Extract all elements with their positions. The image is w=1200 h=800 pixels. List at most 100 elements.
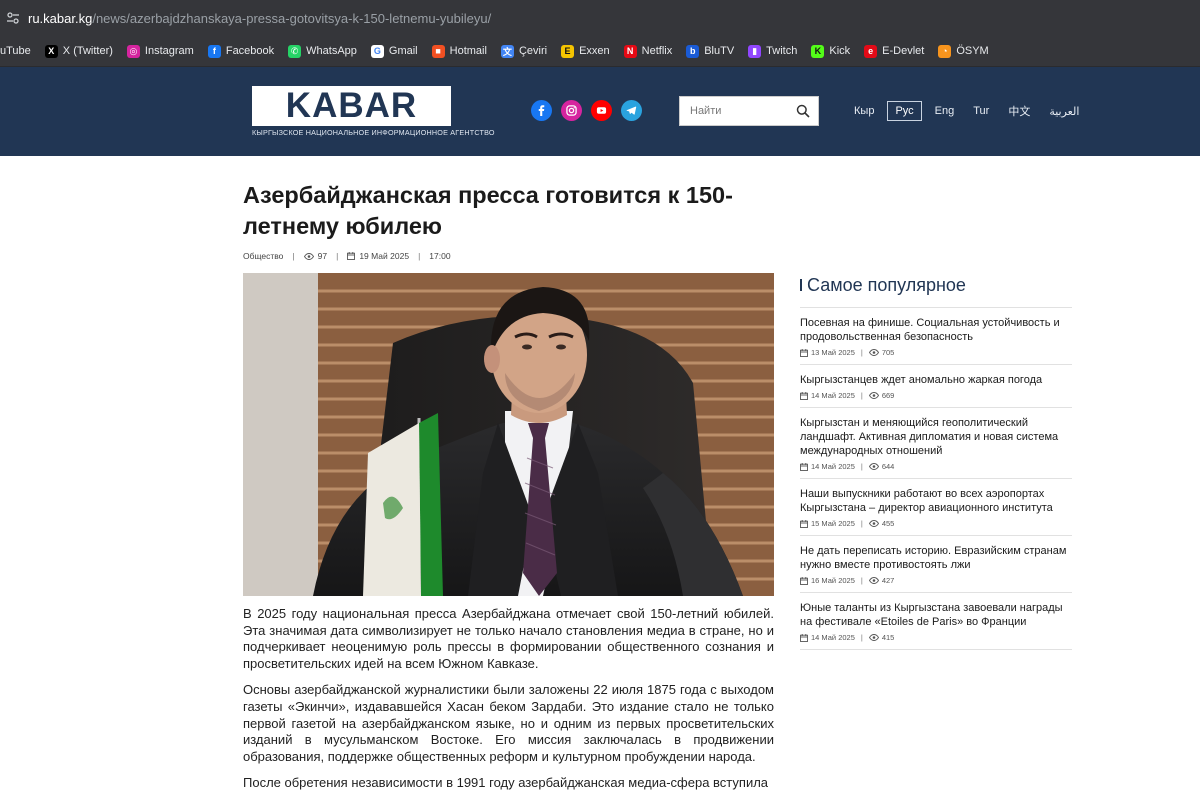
search-box bbox=[679, 96, 819, 126]
popular-item-title[interactable]: Наши выпускники работают во всех аэропор… bbox=[800, 487, 1072, 515]
popular-item-date: 14 Май 2025 bbox=[811, 462, 855, 471]
bookmarks-bar: ▶uTube X X (Twitter) ◎ Instagram f Facebook ✆ Wh… bbox=[0, 36, 1200, 67]
telegram-icon[interactable] bbox=[621, 100, 642, 121]
calendar-icon bbox=[800, 576, 808, 585]
article-category[interactable]: Общество bbox=[243, 251, 283, 261]
popular-item-meta: 16 Май 2025 | 427 bbox=[800, 576, 1072, 585]
search-input[interactable] bbox=[680, 97, 790, 125]
eye-icon bbox=[868, 634, 879, 641]
meta-separator: | bbox=[860, 391, 863, 400]
meta-separator: | bbox=[418, 251, 421, 261]
netflix-icon: N bbox=[623, 44, 637, 58]
url-path: /news/azerbajdzhanskaya-pressa-gotovitsy… bbox=[92, 10, 492, 26]
calendar-icon bbox=[800, 519, 808, 528]
language-option[interactable]: Кыр bbox=[848, 102, 880, 120]
heading-accent-bar bbox=[800, 279, 802, 291]
url-text[interactable]: ru.kabar.kg/news/azerbajdzhanskaya-press… bbox=[28, 11, 491, 26]
bookmark-item[interactable]: b BluTV bbox=[679, 39, 741, 63]
logo-subtitle: Кыргызское национальное информационное а… bbox=[252, 128, 495, 137]
bookmark-item[interactable]: K Kick bbox=[804, 39, 857, 63]
popular-sidebar: Самое популярное Посевная на финише. Соц… bbox=[800, 272, 1072, 650]
language-option[interactable]: العربية bbox=[1043, 102, 1085, 121]
site-info-icon[interactable] bbox=[4, 9, 22, 27]
popular-item-title[interactable]: Кыргызстанцев ждет аномально жаркая пого… bbox=[800, 373, 1072, 387]
eye-icon bbox=[868, 577, 879, 584]
popular-item-views: 415 bbox=[881, 633, 895, 642]
bookmark-label: E-Devlet bbox=[882, 45, 925, 57]
calendar-icon bbox=[800, 633, 808, 642]
bookmark-item[interactable]: ■ Hotmail bbox=[425, 39, 494, 63]
popular-item[interactable]: Посевная на финише. Социальная устойчиво… bbox=[800, 308, 1072, 365]
eye-icon bbox=[868, 392, 879, 399]
eye-icon bbox=[868, 520, 879, 527]
youtube-icon[interactable] bbox=[591, 100, 612, 121]
popular-item[interactable]: Не дать переписать историю. Евразийским … bbox=[800, 536, 1072, 593]
bookmark-label: BluTV bbox=[704, 45, 735, 57]
popular-item[interactable]: Кыргызстанцев ждет аномально жаркая пого… bbox=[800, 365, 1072, 408]
calendar-icon bbox=[800, 348, 808, 357]
logo-text: KABAR bbox=[285, 86, 418, 125]
bookmark-label: ÖSYM bbox=[956, 45, 989, 57]
language-option[interactable]: Tur bbox=[967, 102, 995, 120]
exxen-icon: E bbox=[561, 44, 575, 58]
social-links bbox=[531, 100, 642, 121]
popular-item-date: 14 Май 2025 bbox=[811, 391, 855, 400]
bookmark-item[interactable]: f Facebook bbox=[201, 39, 281, 63]
date-group: 14 Май 2025 bbox=[800, 462, 855, 471]
sidebar-heading: Самое популярное bbox=[800, 272, 1072, 298]
facebook-icon[interactable] bbox=[531, 100, 552, 121]
bookmark-item[interactable]: ✆ WhatsApp bbox=[281, 39, 364, 63]
bookmark-item[interactable]: G Gmail bbox=[364, 39, 425, 63]
bookmark-label: X (Twitter) bbox=[62, 45, 113, 57]
article-title: Азербайджанская пресса готовится к 150-л… bbox=[243, 182, 733, 239]
popular-item-date: 16 Май 2025 bbox=[811, 576, 855, 585]
article-paragraph: После обретения независимости в 1991 год… bbox=[243, 775, 769, 791]
calendar-icon bbox=[800, 391, 808, 400]
popular-item-title[interactable]: Не дать переписать историю. Евразийским … bbox=[800, 544, 1072, 572]
date-group: 14 Май 2025 bbox=[800, 391, 855, 400]
microsoft-icon: ■ bbox=[431, 44, 445, 58]
language-option[interactable]: Рус bbox=[887, 101, 922, 121]
bookmark-item[interactable]: 文 Çeviri bbox=[494, 39, 554, 63]
popular-item-title[interactable]: Посевная на финише. Социальная устойчиво… bbox=[800, 316, 1072, 344]
views-group: 669 bbox=[868, 391, 894, 400]
meta-separator: | bbox=[292, 251, 295, 261]
bookmark-item[interactable]: E Exxen bbox=[554, 39, 617, 63]
calendar-icon bbox=[347, 252, 356, 260]
views-group: 644 bbox=[868, 462, 894, 471]
bookmark-item[interactable]: X X (Twitter) bbox=[38, 39, 120, 63]
language-option[interactable]: Eng bbox=[929, 102, 961, 120]
date-group: 19 Май 2025 bbox=[347, 251, 409, 261]
x-icon: X bbox=[44, 44, 58, 58]
bookmark-item[interactable]: e E-Devlet bbox=[857, 39, 931, 63]
popular-item[interactable]: Юные таланты из Кыргызстана завоевали на… bbox=[800, 593, 1072, 650]
popular-item-title[interactable]: Юные таланты из Кыргызстана завоевали на… bbox=[800, 601, 1072, 629]
article-date: 19 Май 2025 bbox=[359, 251, 410, 261]
search-icon[interactable] bbox=[796, 104, 810, 123]
eye-icon bbox=[303, 252, 314, 260]
popular-item[interactable]: Наши выпускники работают во всех аэропор… bbox=[800, 479, 1072, 536]
meta-separator: | bbox=[860, 348, 863, 357]
popular-item-meta: 15 Май 2025 | 455 bbox=[800, 519, 1072, 528]
kick-icon: K bbox=[811, 44, 825, 58]
article-paragraph: В 2025 году национальная пресса Азербайд… bbox=[243, 606, 774, 671]
browser-address-bar[interactable]: ru.kabar.kg/news/azerbajdzhanskaya-press… bbox=[0, 0, 1200, 36]
bookmark-item[interactable]: N Netflix bbox=[617, 39, 680, 63]
bookmark-item[interactable]: ◎ Instagram bbox=[120, 39, 201, 63]
eye-icon bbox=[868, 463, 879, 470]
bookmark-item[interactable]: ▶uTube bbox=[0, 39, 38, 63]
popular-item[interactable]: Кыргызстан и меняющийся геополитический … bbox=[800, 408, 1072, 479]
instagram-icon[interactable] bbox=[561, 100, 582, 121]
bookmark-label: Instagram bbox=[144, 45, 194, 57]
kabar-logo[interactable]: KABAR bbox=[252, 86, 451, 126]
bookmark-label: Facebook bbox=[225, 45, 275, 57]
popular-item-meta: 14 Май 2025 | 669 bbox=[800, 391, 1072, 400]
bookmark-item[interactable]: ▮ Twitch bbox=[741, 39, 804, 63]
popular-item-title[interactable]: Кыргызстан и меняющийся геополитический … bbox=[800, 416, 1072, 458]
bookmark-item[interactable]: ◔ ÖSYM bbox=[931, 39, 995, 63]
language-option[interactable]: 中文 bbox=[1002, 100, 1036, 122]
translate-icon: 文 bbox=[500, 44, 514, 58]
instagram-icon: ◎ bbox=[126, 44, 140, 58]
bookmark-label: WhatsApp bbox=[306, 45, 357, 57]
bookmark-label: Netflix bbox=[641, 45, 673, 57]
